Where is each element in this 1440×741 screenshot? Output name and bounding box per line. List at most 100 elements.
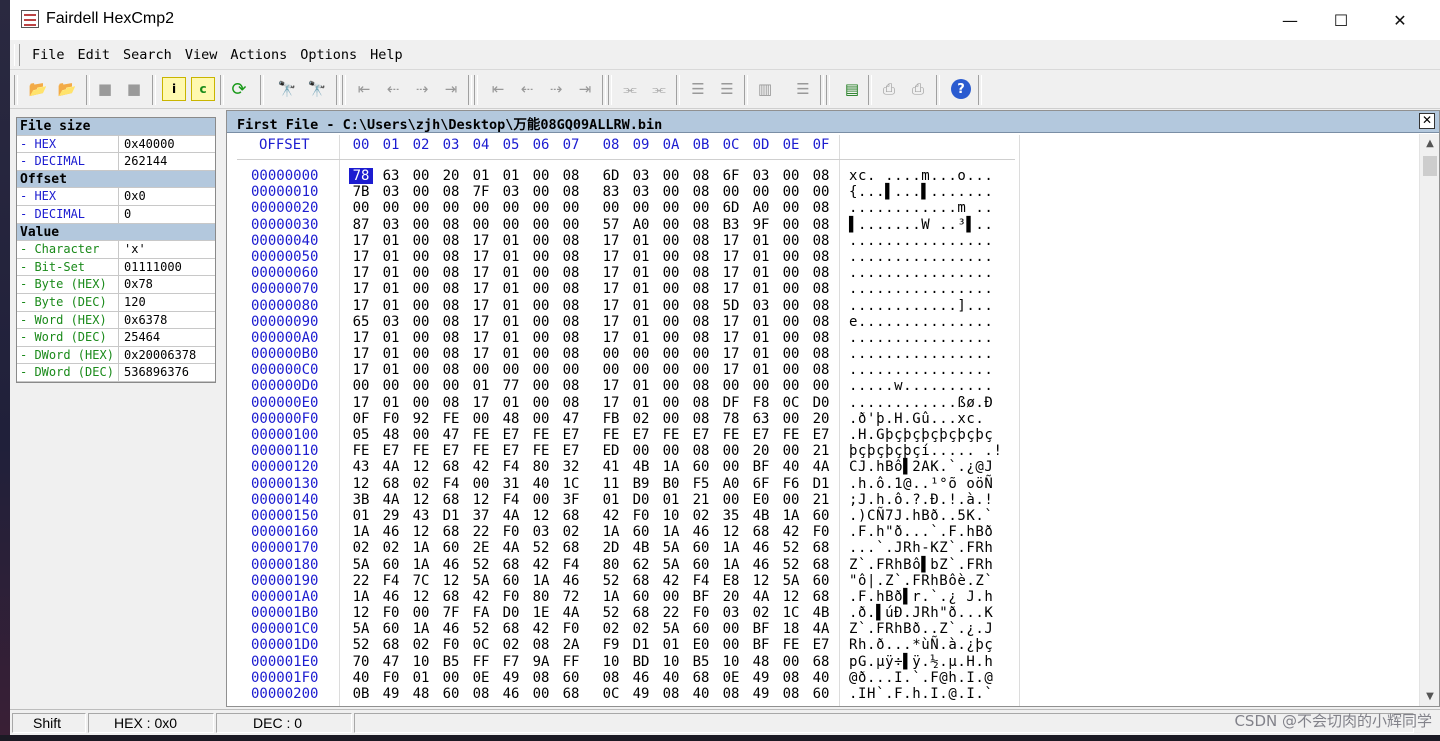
- hex-byte[interactable]: 12: [469, 492, 493, 508]
- hex-byte[interactable]: 20: [809, 411, 833, 427]
- hex-byte[interactable]: 00: [409, 281, 433, 297]
- hex-byte[interactable]: 08: [809, 314, 833, 330]
- hex-byte[interactable]: 01: [379, 395, 403, 411]
- hex-byte[interactable]: 40: [689, 686, 713, 702]
- hex-byte[interactable]: 40: [529, 476, 553, 492]
- hex-byte[interactable]: 17: [349, 265, 373, 281]
- hex-byte[interactable]: FE: [439, 411, 463, 427]
- hex-byte[interactable]: 01: [629, 298, 653, 314]
- menu-options[interactable]: Options: [300, 47, 357, 63]
- columns-icon[interactable]: ▥: [753, 77, 777, 101]
- hex-byte[interactable]: 12: [409, 492, 433, 508]
- hex-byte[interactable]: B0: [659, 476, 683, 492]
- open-file-1-icon[interactable]: 📂: [26, 77, 50, 101]
- hex-byte[interactable]: 00: [659, 200, 683, 216]
- hex-byte[interactable]: 02: [749, 605, 773, 621]
- hex-byte[interactable]: 00: [469, 217, 493, 233]
- hex-byte[interactable]: 00: [779, 217, 803, 233]
- hex-byte[interactable]: 08: [809, 281, 833, 297]
- hex-byte[interactable]: 00: [559, 217, 583, 233]
- hex-byte[interactable]: 08: [689, 168, 713, 184]
- hex-byte[interactable]: 00: [779, 233, 803, 249]
- hex-byte[interactable]: 4A: [379, 459, 403, 475]
- hex-byte[interactable]: 1A: [719, 557, 743, 573]
- hex-byte[interactable]: 00: [599, 200, 623, 216]
- hex-byte[interactable]: 17: [349, 281, 373, 297]
- hex-byte[interactable]: 46: [629, 670, 653, 686]
- hex-byte[interactable]: 32: [559, 459, 583, 475]
- hex-byte[interactable]: E7: [439, 443, 463, 459]
- hex-byte[interactable]: 46: [379, 589, 403, 605]
- hex-byte[interactable]: 5A: [779, 573, 803, 589]
- hex-byte[interactable]: DF: [719, 395, 743, 411]
- hex-byte[interactable]: 03: [379, 184, 403, 200]
- hex-byte[interactable]: 00: [469, 476, 493, 492]
- hex-byte[interactable]: 00: [659, 281, 683, 297]
- hex-byte[interactable]: 68: [439, 524, 463, 540]
- hex-byte[interactable]: 12: [439, 573, 463, 589]
- hex-byte[interactable]: 80: [529, 459, 553, 475]
- ascii-text[interactable]: .IH`.F.h.I.@.I.`: [849, 686, 993, 702]
- hex-byte[interactable]: 01: [749, 233, 773, 249]
- ascii-text[interactable]: ............m ..: [849, 200, 993, 216]
- hex-byte[interactable]: 01: [379, 346, 403, 362]
- hex-byte[interactable]: 60: [809, 573, 833, 589]
- hex-byte[interactable]: 01: [749, 249, 773, 265]
- hex-byte[interactable]: 00: [409, 362, 433, 378]
- hex-byte[interactable]: F0: [379, 411, 403, 427]
- hex-byte[interactable]: 00: [689, 346, 713, 362]
- hex-byte[interactable]: 01: [629, 330, 653, 346]
- hex-byte[interactable]: 00: [629, 200, 653, 216]
- menu-edit[interactable]: Edit: [78, 47, 111, 63]
- hex-byte[interactable]: 08: [809, 346, 833, 362]
- hex-byte[interactable]: B9: [629, 476, 653, 492]
- hex-byte[interactable]: 52: [469, 557, 493, 573]
- hex-byte[interactable]: 03: [529, 524, 553, 540]
- hex-byte[interactable]: 00: [779, 443, 803, 459]
- hex-byte[interactable]: 46: [439, 621, 463, 637]
- hex-byte[interactable]: 17: [599, 395, 623, 411]
- hex-byte[interactable]: 17: [719, 249, 743, 265]
- hex-byte[interactable]: 68: [689, 670, 713, 686]
- hex-byte[interactable]: 17: [469, 233, 493, 249]
- hex-byte[interactable]: 01: [469, 168, 493, 184]
- hex-byte[interactable]: 08: [689, 314, 713, 330]
- hex-byte[interactable]: 52: [529, 540, 553, 556]
- hex-byte[interactable]: 4A: [809, 459, 833, 475]
- hex-byte[interactable]: FE: [599, 427, 623, 443]
- hex-byte[interactable]: 01: [349, 508, 373, 524]
- menu-file[interactable]: File: [32, 47, 65, 63]
- hex-byte[interactable]: FE: [409, 443, 433, 459]
- hex-byte[interactable]: 00: [379, 200, 403, 216]
- hex-byte[interactable]: 08: [439, 346, 463, 362]
- hex-byte[interactable]: 08: [809, 362, 833, 378]
- hex-byte[interactable]: 00: [659, 378, 683, 394]
- hex-byte[interactable]: 03: [719, 605, 743, 621]
- hex-byte[interactable]: 00: [779, 378, 803, 394]
- hex-byte[interactable]: 35: [719, 508, 743, 524]
- hex-byte[interactable]: F9: [599, 637, 623, 653]
- hex-byte[interactable]: 17: [599, 249, 623, 265]
- hex-byte[interactable]: 12: [409, 589, 433, 605]
- hex-byte[interactable]: 17: [349, 249, 373, 265]
- hex-byte[interactable]: E7: [379, 443, 403, 459]
- hex-byte[interactable]: 10: [719, 654, 743, 670]
- hex-byte[interactable]: E7: [809, 427, 833, 443]
- hex-byte[interactable]: 68: [559, 508, 583, 524]
- hex-byte[interactable]: 17: [469, 314, 493, 330]
- hex-byte[interactable]: 00: [779, 314, 803, 330]
- hex-byte[interactable]: 01: [379, 330, 403, 346]
- hex-byte[interactable]: 4A: [499, 508, 523, 524]
- hex-byte[interactable]: 17: [599, 378, 623, 394]
- hex-byte[interactable]: 1E: [529, 605, 553, 621]
- hex-byte[interactable]: 00: [629, 443, 653, 459]
- ascii-text[interactable]: .ð'þ.H.Gû...xc.: [849, 411, 993, 427]
- hex-byte[interactable]: 0C: [469, 637, 493, 653]
- hex-byte[interactable]: 4B: [749, 508, 773, 524]
- hex-byte[interactable]: 29: [379, 508, 403, 524]
- hex-byte[interactable]: 4A: [379, 492, 403, 508]
- hex-byte[interactable]: 08: [689, 443, 713, 459]
- find-icon[interactable]: 🔭: [275, 77, 299, 101]
- hex-byte[interactable]: 01: [379, 362, 403, 378]
- hex-byte[interactable]: 0C: [599, 686, 623, 702]
